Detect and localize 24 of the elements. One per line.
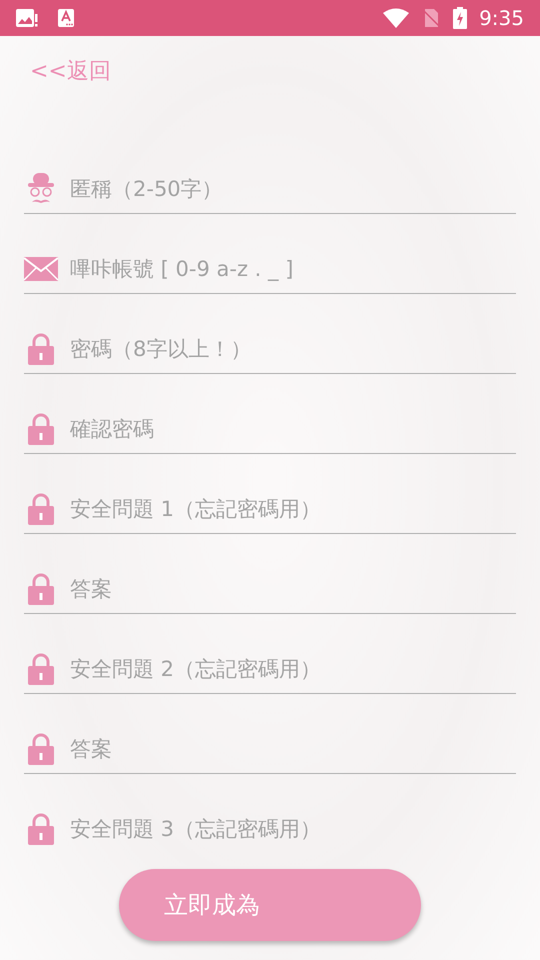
input-field[interactable]: 密碼（8字以上！） (70, 332, 516, 364)
input-field[interactable]: 嗶咔帳號 [ 0-9 a-z . _ ] (70, 252, 516, 284)
input-field[interactable]: 安全問題 3（忘記密碼用） (70, 813, 516, 845)
wifi-icon (383, 8, 410, 28)
lock-icon (27, 492, 55, 524)
input-field[interactable]: 安全問題 1（忘記密碼用） (70, 492, 516, 524)
input-field[interactable]: 匿稱（2-50字） (70, 172, 516, 204)
input-field[interactable]: 確認密碼 (70, 412, 516, 444)
back-link[interactable]: <<返回 (30, 59, 111, 84)
lock-icon (27, 572, 55, 604)
input-field[interactable]: 安全問題 2（忘記密碼用） (70, 652, 516, 684)
battery-charging-icon (453, 7, 468, 29)
lock-icon (27, 813, 55, 845)
lock-icon (27, 332, 55, 364)
text-icon (58, 9, 74, 27)
input-field[interactable]: 答案 (70, 572, 516, 604)
lock-icon (27, 652, 55, 684)
envelope-icon (24, 256, 58, 280)
submit-button[interactable]: 立即成為 (119, 869, 421, 941)
image-alert-icon (16, 9, 38, 27)
clock: 9:35 (479, 5, 524, 32)
lock-icon (27, 732, 55, 764)
input-field[interactable]: 答案 (70, 732, 516, 764)
lock-icon (27, 412, 55, 444)
